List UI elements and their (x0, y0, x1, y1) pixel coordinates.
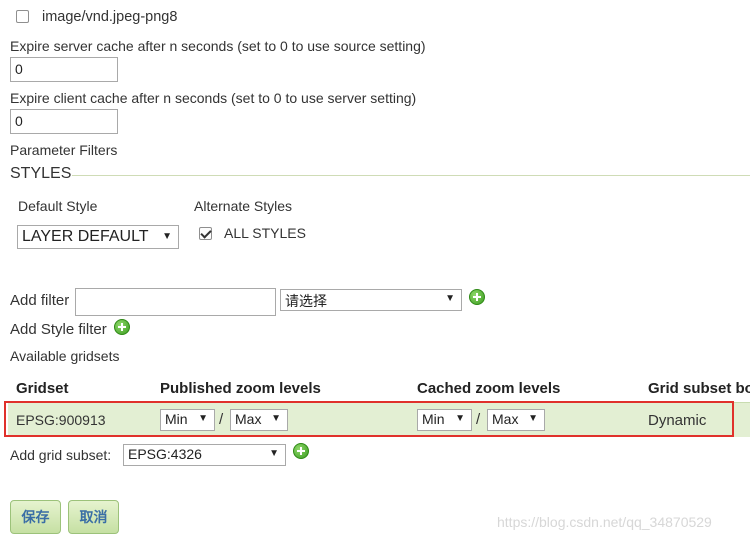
client-cache-input[interactable]: 0 (10, 109, 118, 134)
available-gridsets-label: Available gridsets (10, 348, 120, 364)
add-filter-select-value: 请选择 (285, 293, 327, 309)
published-max-select[interactable]: Max ▼ (230, 409, 288, 431)
all-styles-checkbox[interactable] (199, 227, 212, 240)
styles-divider (72, 175, 750, 176)
header-gridset: Gridset (16, 380, 69, 397)
cancel-button[interactable]: 取消 (68, 500, 119, 534)
format-checkbox[interactable] (16, 10, 29, 23)
save-button[interactable]: 保存 (10, 500, 61, 534)
server-cache-label: Expire server cache after n seconds (set… (10, 38, 426, 54)
parameter-filters-label: Parameter Filters (10, 142, 118, 158)
cached-max-value: Max (492, 411, 519, 427)
styles-heading: STYLES (10, 165, 72, 182)
chevron-down-icon: ▼ (528, 413, 538, 424)
default-style-select[interactable]: LAYER DEFAULT ▼ (17, 225, 179, 249)
default-style-label: Default Style (18, 198, 98, 214)
add-filter-input[interactable] (75, 288, 276, 316)
published-max-value: Max (235, 411, 262, 427)
published-separator: / (219, 411, 224, 428)
add-style-filter-label: Add Style filter (10, 321, 107, 338)
cached-min-value: Min (422, 411, 445, 427)
add-grid-subset-select[interactable]: EPSG:4326 ▼ (123, 444, 286, 466)
chevron-down-icon: ▼ (271, 413, 281, 424)
row-subset-bounds: Dynamic (648, 412, 707, 429)
header-published-zoom: Published zoom levels (160, 380, 321, 397)
header-grid-subset-bounds: Grid subset bo (648, 380, 750, 397)
chevron-down-icon: ▼ (162, 231, 172, 242)
chevron-down-icon: ▼ (198, 413, 208, 424)
alternate-styles-label: Alternate Styles (194, 198, 293, 214)
default-style-value: LAYER DEFAULT (22, 228, 149, 245)
header-cached-zoom: Cached zoom levels (417, 380, 561, 397)
row-gridset: EPSG:900913 (16, 412, 106, 428)
add-grid-subset-plus-icon[interactable] (293, 443, 309, 459)
published-min-value: Min (165, 411, 188, 427)
all-styles-label: ALL STYLES (224, 225, 306, 241)
client-cache-label: Expire client cache after n seconds (set… (10, 90, 417, 106)
chevron-down-icon: ▼ (455, 413, 465, 424)
chevron-down-icon: ▼ (269, 448, 279, 459)
published-min-select[interactable]: Min ▼ (160, 409, 215, 431)
watermark-text: https://blog.csdn.net/qq_34870529 (497, 514, 712, 530)
add-grid-subset-label: Add grid subset: (10, 447, 112, 463)
add-grid-subset-value: EPSG:4326 (128, 446, 202, 462)
cached-max-select[interactable]: Max ▼ (487, 409, 545, 431)
add-filter-plus-icon[interactable] (469, 289, 485, 305)
server-cache-input[interactable]: 0 (10, 57, 118, 82)
row-highlight-outline (4, 401, 734, 437)
cached-separator: / (476, 411, 481, 428)
add-filter-select[interactable]: 请选择 ▼ (280, 289, 462, 311)
cached-min-select[interactable]: Min ▼ (417, 409, 472, 431)
add-style-filter-plus-icon[interactable] (114, 319, 130, 335)
format-label: image/vnd.jpeg-png8 (42, 9, 178, 25)
chevron-down-icon: ▼ (445, 293, 455, 304)
add-filter-label: Add filter (10, 292, 70, 309)
